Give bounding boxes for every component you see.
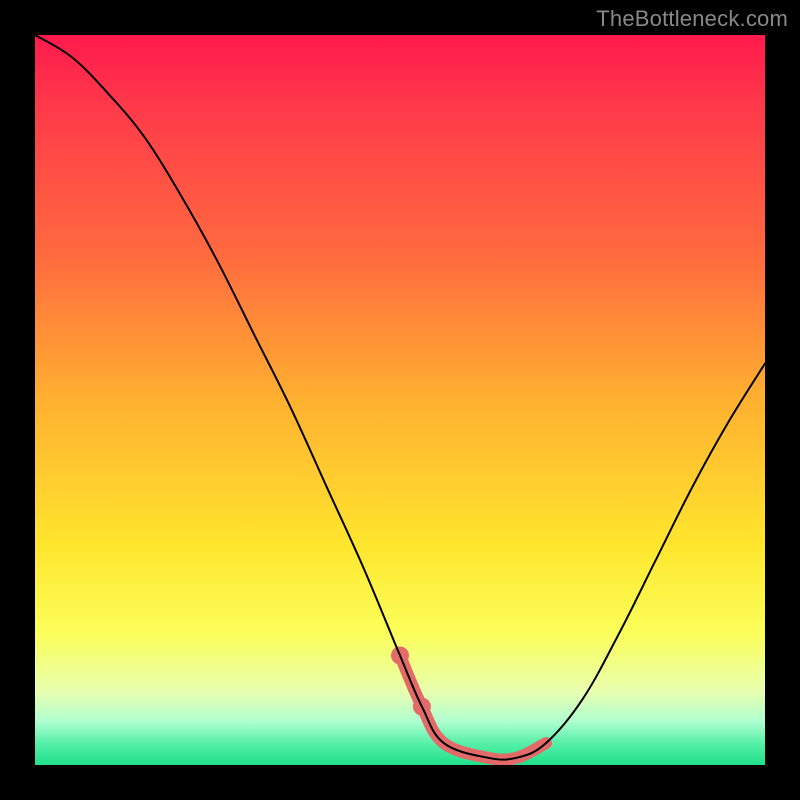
plot-area bbox=[35, 35, 765, 765]
curve-overlay bbox=[35, 35, 765, 765]
chart-frame: TheBottleneck.com bbox=[0, 0, 800, 800]
watermark-label: TheBottleneck.com bbox=[596, 6, 788, 32]
